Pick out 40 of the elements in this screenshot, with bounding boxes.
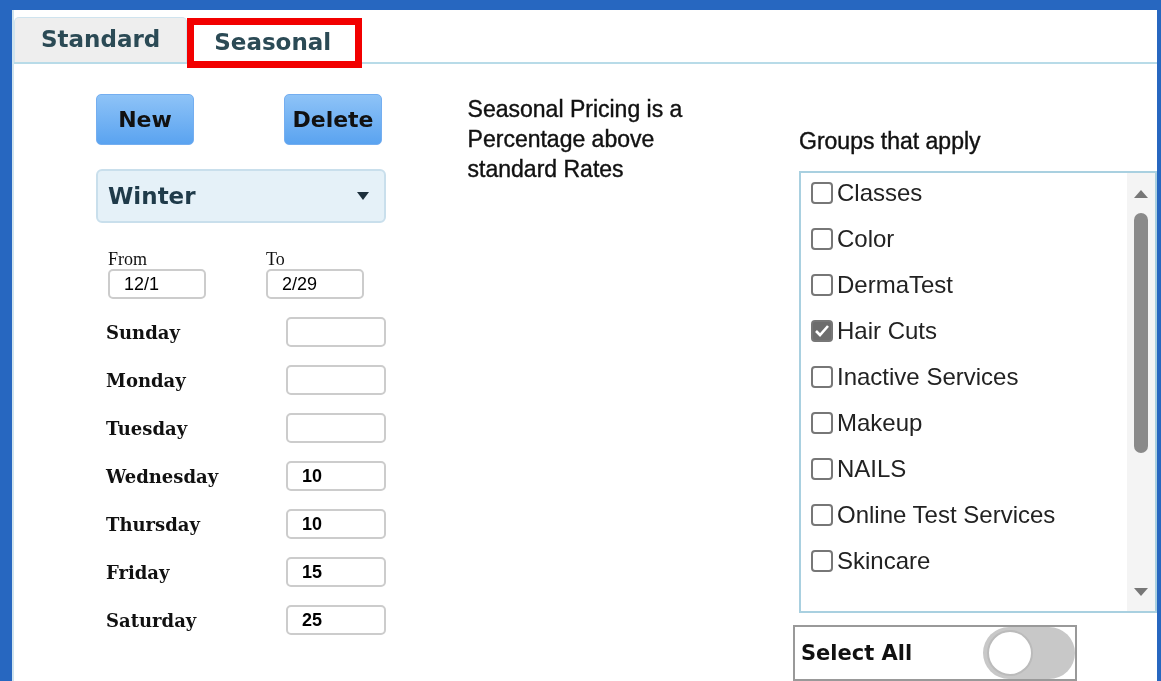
percentage-field[interactable]: 15 <box>286 557 386 587</box>
caret-icon <box>356 191 370 201</box>
toggle-switch[interactable] <box>983 627 1075 679</box>
date-field[interactable]: 12/1 <box>108 269 206 299</box>
day-label: Monday <box>106 369 186 391</box>
percentage-field[interactable] <box>286 317 386 347</box>
day-label: Wednesday <box>106 465 219 487</box>
scroll-down-icon[interactable] <box>1133 587 1149 597</box>
day-label: Sunday <box>106 321 180 343</box>
percentage-field[interactable]: 25 <box>286 605 386 635</box>
group-checkbox[interactable]: Color <box>811 223 1127 255</box>
percentage-field[interactable]: 10 <box>286 461 386 491</box>
day-label: Thursday <box>106 513 200 535</box>
tab[interactable]: Standard <box>14 17 188 62</box>
groups-label: Groups that apply <box>799 128 982 155</box>
scroll-up-icon[interactable] <box>1133 189 1149 199</box>
group-checkbox[interactable]: NAILS <box>811 453 1127 485</box>
action-button[interactable]: New <box>96 94 194 145</box>
action-button[interactable]: Delete <box>284 94 382 145</box>
group-checkbox[interactable]: Inactive Services <box>811 361 1127 393</box>
select-all-label: Select All <box>801 641 913 665</box>
pricing-note: Seasonal Pricing is a Percentage above standard Rates <box>467 95 684 184</box>
group-checkbox[interactable]: Hair Cuts <box>811 315 1127 347</box>
group-checkbox[interactable]: DermaTest <box>811 269 1127 301</box>
group-checkbox[interactable]: Classes <box>811 177 1127 209</box>
group-checkbox[interactable]: Online Test Services <box>811 499 1127 531</box>
day-label: Friday <box>106 561 170 583</box>
percentage-field[interactable] <box>286 365 386 395</box>
day-label: Tuesday <box>106 417 188 439</box>
group-checkbox[interactable]: Makeup <box>811 407 1127 439</box>
date-field[interactable]: 2/29 <box>266 269 364 299</box>
date-label: To <box>266 249 286 269</box>
season-dropdown[interactable]: Winter <box>96 169 386 223</box>
check-icon <box>814 324 830 338</box>
percentage-field[interactable]: 10 <box>286 509 386 539</box>
day-label: Saturday <box>106 609 197 631</box>
group-checkbox[interactable]: Skincare <box>811 545 1127 577</box>
percentage-field[interactable] <box>286 413 386 443</box>
scrollbar[interactable] <box>1127 173 1155 611</box>
date-label: From <box>108 249 148 269</box>
